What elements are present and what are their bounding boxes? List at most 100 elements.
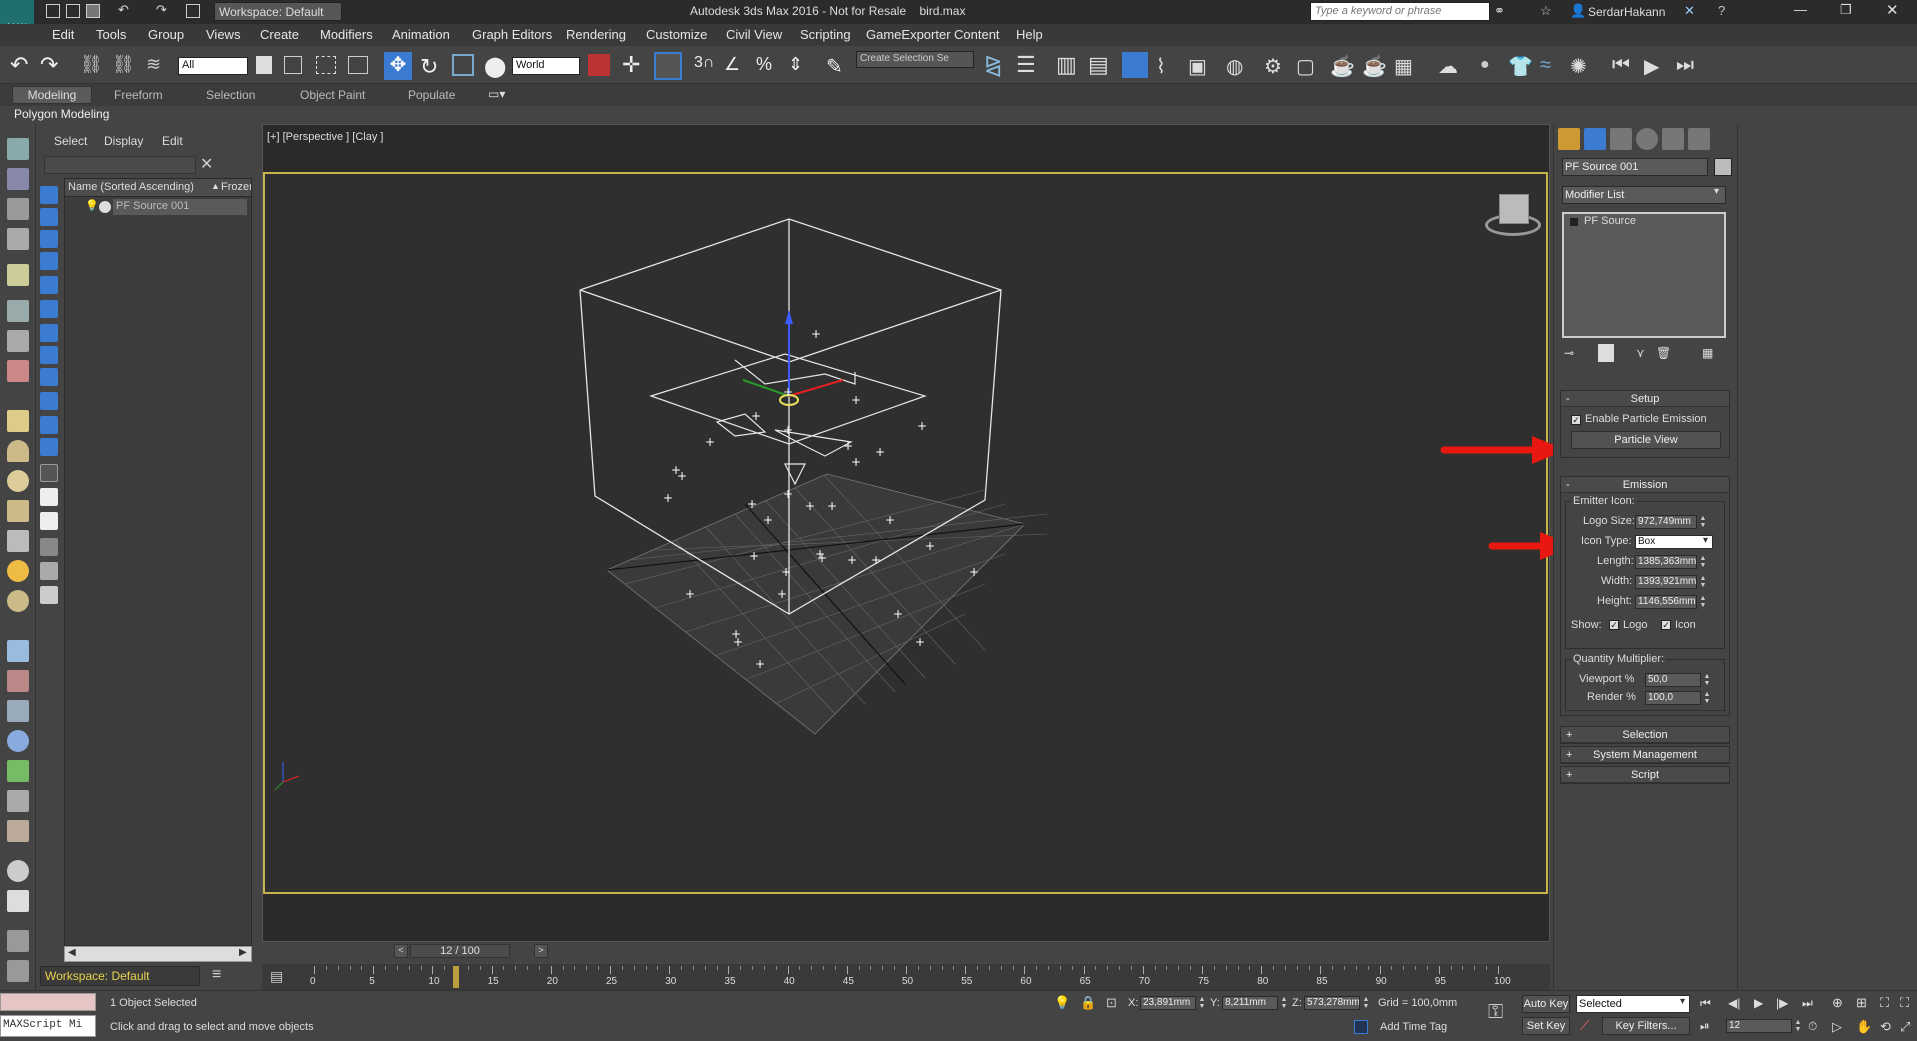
tab-modify-icon[interactable]: [1584, 128, 1606, 150]
layer-manager-icon[interactable]: ▥: [1056, 52, 1077, 78]
mini-curve-editor-icon[interactable]: ▤: [270, 968, 283, 985]
ribbon-tab-selection[interactable]: Selection: [206, 88, 255, 102]
mirror-icon[interactable]: ⧎: [984, 52, 1002, 78]
width-spinner[interactable]: ▲ ▼: [1699, 575, 1707, 589]
torus-icon[interactable]: [7, 470, 29, 492]
key-mode-toggle-icon[interactable]: ⏯: [1700, 1019, 1710, 1034]
render-iterative-icon[interactable]: ☕: [1362, 54, 1387, 79]
absolute-mode-icon[interactable]: ⊡: [1106, 995, 1117, 1011]
shirt-icon[interactable]: 👕: [1508, 54, 1533, 79]
menu-help[interactable]: Help: [1016, 27, 1043, 42]
viewcube-box[interactable]: [1499, 194, 1529, 224]
ball-icon[interactable]: [7, 860, 29, 882]
time-next-button[interactable]: >: [534, 944, 548, 958]
col-frozen-header[interactable]: Frozen: [221, 181, 251, 193]
filter-spacewarps-icon[interactable]: [40, 300, 58, 318]
enable-emission-checkbox[interactable]: ✓: [1571, 415, 1581, 425]
scene-row-label[interactable]: PF Source 001: [113, 199, 247, 215]
display-invert-icon[interactable]: [40, 512, 58, 530]
particle-icon[interactable]: ✺: [1570, 54, 1587, 79]
light-bulb-icon[interactable]: 💡: [85, 199, 99, 212]
show-icon-checkbox[interactable]: ✓: [1661, 620, 1671, 630]
workspace-dropdown[interactable]: Workspace: Default: [214, 2, 342, 21]
selection-lock-icon[interactable]: 🔒: [1080, 995, 1096, 1011]
particle-view-button[interactable]: Particle View: [1571, 431, 1721, 449]
current-frame-field[interactable]: 12: [1726, 1019, 1792, 1033]
configure-sets-icon[interactable]: ▦: [1702, 346, 1713, 360]
unlink-icon[interactable]: ⛓: [112, 54, 135, 75]
display-none-icon[interactable]: [40, 488, 58, 506]
set-key-button[interactable]: Set Key: [1522, 1017, 1570, 1035]
select-rotate-icon[interactable]: ↻: [420, 54, 438, 80]
time-prev-button[interactable]: <: [394, 944, 408, 958]
help-icon[interactable]: ?: [1718, 3, 1725, 18]
setup-rollout-header[interactable]: - Setup: [1561, 391, 1729, 407]
menu-views[interactable]: Views: [206, 27, 240, 42]
link-icon[interactable]: ⛓: [80, 54, 103, 75]
menu-modifiers[interactable]: Modifiers: [320, 27, 373, 42]
track-bar[interactable]: ▤ 0 5 10 15 20 25 30 35 40 45 50 55 60 65 70 75 80 85 90 95…: [262, 964, 1550, 990]
sphere-icon[interactable]: ●: [1480, 56, 1490, 74]
binoculars-icon[interactable]: ⚭: [1494, 3, 1505, 19]
col-name-header[interactable]: Name (Sorted Ascending): [68, 181, 194, 193]
menu-rendering[interactable]: Rendering: [566, 27, 626, 42]
filter-helpers-icon[interactable]: [40, 276, 58, 294]
filter-containers-icon[interactable]: [40, 392, 58, 410]
scene-search-input[interactable]: [44, 156, 196, 174]
restore-icon[interactable]: ❐: [1840, 2, 1852, 18]
curve-editor-icon[interactable]: ⌇: [1156, 54, 1166, 79]
modify-icon[interactable]: [7, 168, 29, 190]
maximize-viewport-icon[interactable]: ⤢: [1900, 1019, 1910, 1035]
dynamics-icon[interactable]: [7, 670, 29, 692]
tab-create-icon[interactable]: [1558, 128, 1580, 150]
viewport-label[interactable]: [+] [Perspective ] [Clay ]: [267, 131, 383, 143]
half-sphere-icon[interactable]: [7, 440, 29, 462]
time-slider-thumb[interactable]: 12 / 100: [410, 944, 510, 958]
filter-groups-icon[interactable]: [40, 324, 58, 342]
helper-icon[interactable]: [7, 330, 29, 352]
height-spinner[interactable]: ▲ ▼: [1699, 595, 1707, 609]
undo-icon[interactable]: ↶: [118, 2, 129, 18]
user-name[interactable]: SerdarHakann: [1588, 5, 1665, 19]
scene-tab-display[interactable]: Display: [104, 134, 143, 148]
ribbon-tab-object-paint[interactable]: Object Paint: [300, 88, 365, 102]
scene-row[interactable]: 💡 PF Source 001: [65, 199, 251, 215]
y-coord-field[interactable]: 8,211mm: [1222, 996, 1278, 1010]
star-icon[interactable]: ☆: [1540, 3, 1552, 19]
tangent-icon[interactable]: ⟋: [1580, 1017, 1590, 1034]
utility-icon[interactable]: [7, 930, 29, 952]
grass-icon[interactable]: [7, 760, 29, 782]
reference-coord-dropdown[interactable]: World: [512, 57, 580, 75]
user-icon[interactable]: 👤: [1570, 3, 1586, 19]
key-next-icon[interactable]: ⏭: [1676, 54, 1694, 77]
z-coord-field[interactable]: 573,278mm: [1304, 996, 1360, 1010]
next-frame-icon[interactable]: |▶: [1776, 996, 1788, 1010]
save-file-icon[interactable]: [86, 4, 100, 18]
clear-search-icon[interactable]: ✕: [200, 154, 213, 174]
display-all-icon[interactable]: [40, 464, 58, 482]
current-frame-spinner[interactable]: ▲ ▼: [1794, 1019, 1802, 1033]
material-editor-icon[interactable]: ◍: [1226, 54, 1243, 79]
ribbon-tab-freeform[interactable]: Freeform: [114, 88, 163, 102]
selection-filter-dropdown[interactable]: All: [178, 57, 248, 75]
z-coord-spinner[interactable]: ▲ ▼: [1362, 996, 1370, 1010]
open-file-icon[interactable]: [66, 4, 80, 18]
scroll-right-icon[interactable]: ▶: [239, 947, 247, 958]
ribbon-tab-populate[interactable]: Populate: [408, 88, 455, 102]
emission-rollout-header[interactable]: - Emission: [1561, 477, 1729, 493]
render-activeshade-icon[interactable]: ▦: [1394, 54, 1413, 79]
ribbon-toggle-icon[interactable]: [1122, 52, 1148, 78]
height-field[interactable]: 1146,556mm: [1635, 595, 1697, 609]
width-field[interactable]: 1393,921mm: [1635, 575, 1697, 589]
menu-content[interactable]: Content: [954, 27, 1000, 42]
scene-tab-select[interactable]: Select: [54, 134, 87, 148]
menu-civil-view[interactable]: Civil View: [726, 27, 782, 42]
rendered-frame-icon[interactable]: ▢: [1296, 54, 1315, 79]
layer-explorer-icon[interactable]: ≡: [212, 966, 221, 984]
menu-create[interactable]: Create: [260, 27, 299, 42]
render-setup-icon[interactable]: ⚙: [1264, 54, 1282, 79]
script-rollout[interactable]: + Script: [1560, 766, 1730, 784]
polygon-modeling-label[interactable]: Polygon Modeling: [14, 107, 109, 121]
zoom-icon[interactable]: ⊕: [1832, 995, 1843, 1011]
menu-animation[interactable]: Animation: [392, 27, 450, 42]
